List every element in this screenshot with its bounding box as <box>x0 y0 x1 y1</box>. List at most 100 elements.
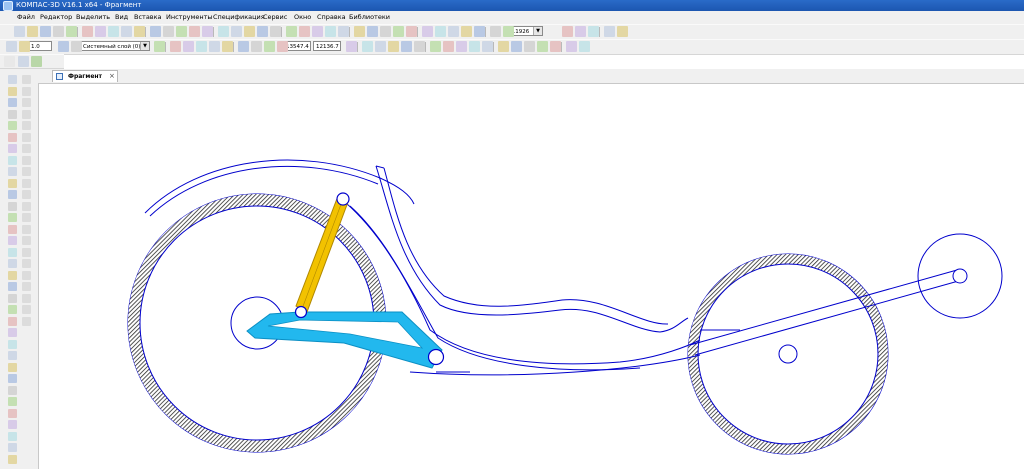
menu-item-6[interactable]: Спецификация <box>213 13 265 21</box>
grid-icon[interactable] <box>482 41 493 52</box>
geometry-icon[interactable] <box>22 305 31 314</box>
geometry-icon[interactable] <box>22 75 31 84</box>
cut-icon[interactable] <box>367 26 378 37</box>
grid-icon[interactable] <box>6 41 17 52</box>
function-icon[interactable] <box>490 26 501 37</box>
format-painter-icon[interactable] <box>121 26 132 37</box>
ortho-icon[interactable] <box>264 41 275 52</box>
dimensions-icon[interactable] <box>8 86 17 96</box>
grid-icon[interactable] <box>375 41 386 52</box>
measure-icon[interactable] <box>8 247 17 257</box>
menu-item-1[interactable]: Редактор <box>40 13 72 21</box>
properties-icon[interactable] <box>134 26 145 37</box>
measure-icon[interactable] <box>456 41 467 52</box>
paste-icon[interactable] <box>393 26 404 37</box>
geometry-icon[interactable] <box>22 190 31 199</box>
spec-icon[interactable] <box>22 155 31 165</box>
parametrization-icon[interactable] <box>22 121 31 130</box>
symbols-icon[interactable] <box>8 328 17 337</box>
local-cs-icon[interactable] <box>170 41 181 52</box>
new-doc-icon[interactable] <box>299 26 310 37</box>
snap-icon[interactable] <box>251 41 262 52</box>
reports-icon[interactable] <box>22 282 31 291</box>
coord-y-field[interactable]: 12136.7 <box>313 41 341 51</box>
ortho-icon[interactable] <box>154 41 165 52</box>
ortho-icon[interactable] <box>430 41 441 52</box>
reports-icon[interactable] <box>8 167 17 176</box>
color-icon[interactable] <box>401 41 412 52</box>
symbols-icon[interactable] <box>22 98 31 107</box>
menu-item-10[interactable]: Библиотеки <box>349 13 390 21</box>
spec-icon[interactable] <box>8 270 17 280</box>
zoom-in-icon[interactable] <box>257 26 268 37</box>
parametrization-icon[interactable] <box>22 236 31 245</box>
select-icon[interactable] <box>22 144 31 153</box>
view-icon[interactable] <box>575 26 586 37</box>
preview-icon[interactable] <box>66 26 77 37</box>
menu-item-5[interactable]: Инструменты <box>166 13 213 21</box>
insert-icon[interactable] <box>8 178 17 188</box>
undo-icon[interactable] <box>150 26 161 37</box>
function-icon[interactable] <box>202 26 213 37</box>
save-icon[interactable] <box>40 26 51 37</box>
format-painter-icon[interactable] <box>406 26 417 37</box>
curve-icon[interactable] <box>362 41 373 52</box>
pen-icon[interactable] <box>4 56 15 67</box>
symbols-icon[interactable] <box>8 98 17 107</box>
snap-icon[interactable] <box>414 41 425 52</box>
parametrization-icon[interactable] <box>8 121 17 130</box>
measure-icon[interactable] <box>183 41 194 52</box>
dimensions-icon[interactable] <box>22 316 31 326</box>
layer-icon[interactable] <box>19 41 30 52</box>
parametrization-icon[interactable] <box>8 351 17 360</box>
snap-icon[interactable] <box>524 41 535 52</box>
color-icon[interactable] <box>511 41 522 52</box>
color-icon[interactable] <box>58 41 69 52</box>
menu-item-4[interactable]: Вставка <box>134 13 162 21</box>
select-icon[interactable] <box>8 374 17 383</box>
symbols-icon[interactable] <box>8 213 17 222</box>
variables-icon[interactable] <box>189 26 200 37</box>
spec-icon[interactable] <box>8 385 17 395</box>
menu-item-2[interactable]: Выделить <box>76 13 110 21</box>
spec-icon[interactable] <box>22 270 31 280</box>
layer-icon[interactable] <box>388 41 399 52</box>
measure-icon[interactable] <box>8 362 17 372</box>
grid-icon[interactable] <box>209 41 220 52</box>
reports-icon[interactable] <box>8 397 17 406</box>
insert-icon[interactable] <box>22 178 31 188</box>
menu-item-8[interactable]: Окно <box>294 13 311 21</box>
help-icon[interactable] <box>562 26 573 37</box>
refresh-icon[interactable] <box>286 26 297 37</box>
edit-icon[interactable] <box>22 109 31 119</box>
copy-icon[interactable] <box>380 26 391 37</box>
curve-icon[interactable] <box>579 41 590 52</box>
undo-icon[interactable] <box>435 26 446 37</box>
layer-icon[interactable] <box>498 41 509 52</box>
measure-icon[interactable] <box>22 132 31 142</box>
redo-icon[interactable] <box>448 26 459 37</box>
dimensions-icon[interactable] <box>8 316 17 326</box>
geometry-icon[interactable] <box>31 56 42 67</box>
edit-icon[interactable] <box>8 224 17 234</box>
new-doc-icon[interactable] <box>14 26 25 37</box>
parametrization-icon[interactable] <box>8 236 17 245</box>
symbols-icon[interactable] <box>22 213 31 222</box>
dimensions-icon[interactable] <box>8 431 17 441</box>
close-icon[interactable]: × <box>109 72 115 80</box>
manager-icon[interactable] <box>461 26 472 37</box>
open-folder-icon[interactable] <box>27 26 38 37</box>
edit-icon[interactable] <box>8 109 17 119</box>
help-icon[interactable] <box>231 26 242 37</box>
color-icon[interactable] <box>238 41 249 52</box>
edit-icon[interactable] <box>22 224 31 234</box>
menu-item-7[interactable]: Сервис <box>263 13 287 21</box>
dimensions-icon[interactable] <box>22 201 31 211</box>
dimensions-icon[interactable] <box>22 86 31 96</box>
dimensions-icon[interactable] <box>8 201 17 211</box>
open-folder-icon[interactable] <box>312 26 323 37</box>
cut-icon[interactable] <box>82 26 93 37</box>
local-cs-icon[interactable] <box>443 41 454 52</box>
layer-combo[interactable]: Системный слой (0) ▼ <box>80 41 150 51</box>
menu-item-9[interactable]: Справка <box>317 13 346 21</box>
